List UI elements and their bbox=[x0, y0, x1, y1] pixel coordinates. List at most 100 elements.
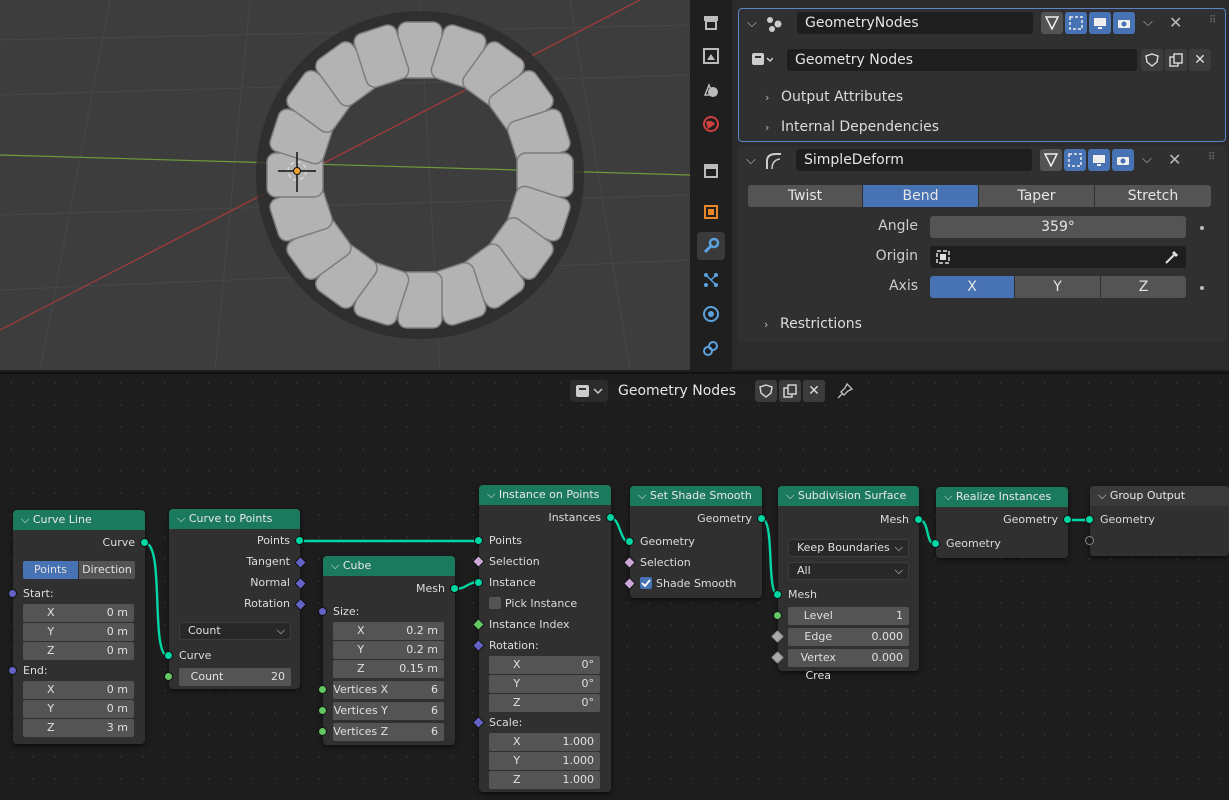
dropdown-chevron-icon[interactable]: ⌵ bbox=[1143, 15, 1153, 30]
cage-toggle[interactable] bbox=[1065, 12, 1087, 34]
chevron-down-icon[interactable]: ⌵ bbox=[177, 512, 189, 525]
tab-physics[interactable] bbox=[697, 300, 725, 328]
boundary-dropdown[interactable]: Keep Boundaries ⌵ bbox=[788, 539, 909, 557]
node-editor[interactable]: Geometry Nodes ✕ ⌵ Curve Line Curve Poin… bbox=[0, 372, 1229, 800]
fake-user-button[interactable] bbox=[755, 380, 777, 402]
node-tree-icon[interactable] bbox=[570, 380, 608, 402]
fake-user-button[interactable] bbox=[1141, 49, 1163, 71]
chevron-down-icon[interactable]: ⌵ bbox=[21, 513, 33, 526]
vertex-crease-field[interactable]: Vertex Crea 0.000 bbox=[788, 649, 909, 682]
node-realize-instances[interactable]: ⌵ Realize Instances Geometry Geometry bbox=[931, 487, 1072, 558]
viewport-toggle[interactable] bbox=[1089, 12, 1111, 34]
node-curve-line[interactable]: ⌵ Curve Line Curve Points Direction Star… bbox=[8, 510, 149, 744]
vertices-y-field[interactable]: Vertices Y 6 bbox=[333, 702, 444, 720]
angle-field[interactable]: 359° bbox=[930, 216, 1186, 238]
node-instance-on-points[interactable]: ⌵ Instance on Points Instances Points Se… bbox=[472, 485, 615, 792]
eyedropper-icon[interactable] bbox=[1164, 249, 1180, 265]
unlink-button[interactable]: ✕ bbox=[1189, 49, 1211, 71]
vertices-x-field[interactable]: Vertices X 6 bbox=[333, 681, 444, 699]
duplicate-button[interactable] bbox=[779, 380, 801, 402]
input-socket[interactable] bbox=[318, 706, 327, 715]
mode-dropdown[interactable]: Count ⌵ bbox=[179, 622, 291, 640]
node-header[interactable]: ⌵ Curve to Points bbox=[169, 509, 300, 529]
node-tree-icon[interactable] bbox=[751, 51, 773, 69]
output-socket[interactable] bbox=[606, 513, 615, 522]
input-socket[interactable] bbox=[318, 727, 327, 736]
tab-scene[interactable] bbox=[697, 110, 725, 138]
modifier-name-field[interactable]: GeometryNodes bbox=[797, 12, 1033, 34]
mode-taper-button[interactable]: Taper bbox=[979, 185, 1094, 207]
rotation-z-field[interactable]: Z 0° bbox=[489, 694, 600, 712]
scale-x-field[interactable]: X 1.000 bbox=[489, 733, 600, 751]
keyframe-dot[interactable] bbox=[1200, 286, 1204, 290]
internal-dependencies-row[interactable]: Internal Dependencies bbox=[781, 119, 939, 135]
tab-particles[interactable] bbox=[697, 266, 725, 294]
start-z-field[interactable]: Z 0 m bbox=[23, 642, 134, 660]
node-header[interactable]: ⌵ Instance on Points bbox=[479, 485, 611, 505]
chevron-down-icon[interactable]: ⌵ bbox=[487, 488, 499, 501]
close-icon[interactable]: ✕ bbox=[1168, 150, 1181, 169]
tab-collection[interactable] bbox=[697, 156, 725, 184]
end-x-field[interactable]: X 0 m bbox=[23, 681, 134, 699]
rotation-x-field[interactable]: X 0° bbox=[489, 656, 600, 674]
empty-input-socket[interactable] bbox=[1085, 536, 1094, 545]
node-set-shade-smooth[interactable]: ⌵ Set Shade Smooth Geometry Geometry Sel… bbox=[623, 486, 766, 598]
chevron-down-icon[interactable]: ⌵ bbox=[944, 490, 956, 503]
pin-icon[interactable] bbox=[836, 382, 854, 400]
axis-z-button[interactable]: Z bbox=[1101, 276, 1186, 298]
drag-handle-icon[interactable]: ⠿ bbox=[1209, 15, 1216, 26]
node-header[interactable]: ⌵ Subdivision Surface bbox=[778, 486, 919, 506]
node-header[interactable]: ⌵ Group Output bbox=[1090, 486, 1229, 506]
node-header[interactable]: ⌵ Set Shade Smooth bbox=[630, 486, 762, 506]
level-field[interactable]: Level 1 bbox=[788, 607, 909, 625]
input-socket[interactable] bbox=[164, 672, 173, 681]
node-subdivision-surface[interactable]: ⌵ Subdivision Surface Mesh Keep Boundari… bbox=[771, 486, 923, 682]
3d-viewport[interactable] bbox=[0, 0, 690, 370]
output-socket[interactable] bbox=[450, 584, 459, 593]
size-y-field[interactable]: Y 0.2 m bbox=[333, 641, 444, 659]
count-field[interactable]: Count 20 bbox=[179, 668, 291, 686]
vertices-z-field[interactable]: Vertices Z 6 bbox=[333, 723, 444, 741]
origin-field[interactable] bbox=[930, 246, 1186, 268]
chevron-down-icon[interactable]: ⌵ bbox=[638, 489, 650, 502]
axis-y-button[interactable]: Y bbox=[1015, 276, 1100, 298]
mode-stretch-button[interactable]: Stretch bbox=[1095, 185, 1211, 207]
end-y-field[interactable]: Y 0 m bbox=[23, 700, 134, 718]
modifier-name-field[interactable]: SimpleDeform bbox=[796, 149, 1032, 171]
restrictions-row[interactable]: Restrictions bbox=[780, 316, 862, 332]
input-socket[interactable] bbox=[318, 685, 327, 694]
tab-output[interactable] bbox=[697, 42, 725, 70]
shade-smooth-checkbox[interactable] bbox=[640, 577, 652, 589]
dropdown-chevron-icon[interactable]: ⌵ bbox=[1142, 152, 1152, 167]
start-y-field[interactable]: Y 0 m bbox=[23, 623, 134, 641]
render-toggle[interactable] bbox=[1113, 12, 1135, 34]
unlink-button[interactable]: ✕ bbox=[803, 380, 825, 402]
keyframe-dot[interactable] bbox=[1200, 226, 1204, 230]
output-attributes-row[interactable]: Output Attributes bbox=[781, 89, 903, 105]
output-socket[interactable] bbox=[140, 538, 149, 547]
node-header[interactable]: ⌵ Cube bbox=[323, 556, 455, 576]
output-socket[interactable] bbox=[295, 536, 304, 545]
close-icon[interactable]: ✕ bbox=[1169, 13, 1182, 32]
collapse-chevron-icon[interactable]: ⌵ bbox=[746, 153, 756, 168]
end-z-field[interactable]: Z 3 m bbox=[23, 719, 134, 737]
cage-toggle[interactable] bbox=[1064, 149, 1086, 171]
output-socket[interactable] bbox=[1063, 515, 1072, 524]
node-cube[interactable]: ⌵ Cube Mesh Size: X 0.2 m Y 0.2 m Z 0.15 m … bbox=[318, 556, 459, 745]
edge-crease-field[interactable]: Edge Creas0.000 bbox=[788, 628, 909, 661]
input-socket[interactable] bbox=[773, 611, 782, 620]
tab-object[interactable] bbox=[697, 198, 725, 226]
node-group-field[interactable]: Geometry Nodes bbox=[610, 380, 754, 402]
drag-handle-icon[interactable]: ⠿ bbox=[1208, 152, 1215, 163]
tab-view-layer[interactable] bbox=[697, 76, 725, 104]
node-header[interactable]: ⌵ Realize Instances bbox=[936, 487, 1068, 507]
edit-mode-toggle[interactable] bbox=[1040, 149, 1062, 171]
start-x-field[interactable]: X 0 m bbox=[23, 604, 134, 622]
viewport-toggle[interactable] bbox=[1088, 149, 1110, 171]
mode-twist-button[interactable]: Twist bbox=[748, 185, 862, 207]
node-group-output[interactable]: ⌵ Group Output Geometry bbox=[1085, 486, 1229, 556]
tab-modifiers[interactable] bbox=[697, 232, 725, 260]
tab-constraints[interactable] bbox=[697, 334, 725, 362]
size-x-field[interactable]: X 0.2 m bbox=[333, 622, 444, 640]
mode-direction-button[interactable]: Direction bbox=[79, 561, 135, 579]
